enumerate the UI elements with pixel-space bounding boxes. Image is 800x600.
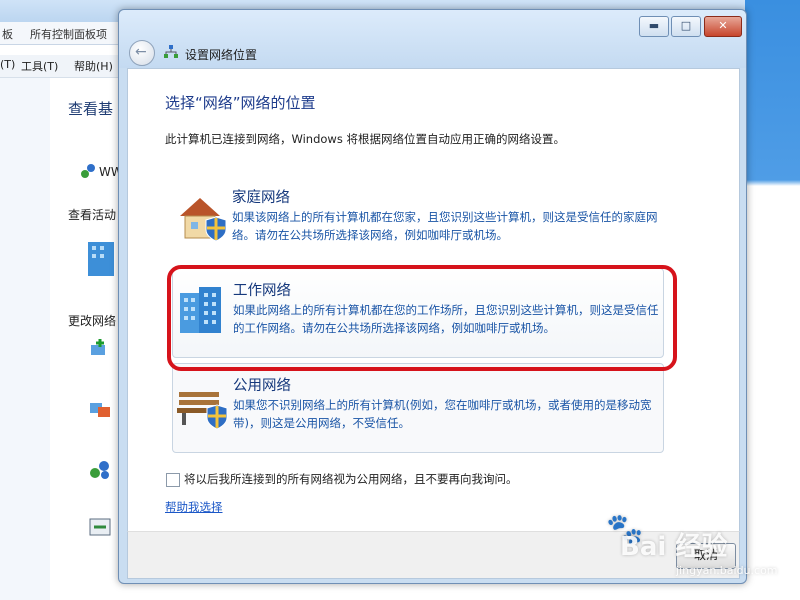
option-description: 如果您不识别网络上的所有计算机(例如，您在咖啡厅或机场，或者使用的是移动宽带)，… <box>233 398 652 430</box>
help-me-choose-link[interactable]: 帮助我选择 <box>165 499 223 515</box>
desktop-background <box>745 0 800 600</box>
watermark-text: Bai 经验 <box>620 532 728 562</box>
menu-item-tools[interactable]: 工具(T) <box>21 58 58 74</box>
background-page-heading: 查看基 <box>68 100 114 118</box>
checkbox-label[interactable]: 将以后我所连接到的所有网络视为公用网络，且不要再向我询问。 <box>184 471 518 487</box>
maximize-button[interactable]: □ <box>671 16 701 37</box>
dialog-title: 设置网络位置 <box>185 48 258 62</box>
background-active-networks-label: 查看活动 <box>68 208 117 222</box>
minimize-button[interactable]: ▬ <box>639 16 669 37</box>
intro-text: 此计算机已连接到网络，Windows 将根据网络位置自动应用正确的网络设置。 <box>165 132 565 146</box>
homegroup-icon[interactable] <box>88 458 112 482</box>
option-title: 家庭网络 <box>232 190 290 206</box>
background-change-settings-label: 更改网络 <box>68 314 117 328</box>
address-fragment[interactable]: 所有控制面板项 <box>30 26 107 42</box>
park-bench-shield-icon <box>177 392 228 430</box>
option-home-network[interactable]: 家庭网络 如果该网络上的所有计算机都在您家，且您识别这些计算机，则这是受信任的家… <box>172 176 662 264</box>
network-location-icon <box>164 45 178 58</box>
building-icon <box>88 242 114 276</box>
set-network-location-dialog: ▬ □ ✕ ← 设置网络位置 选择“网络”网络的位置 此计算机已连接到网络，Wi… <box>118 9 747 584</box>
page-heading: 选择“网络”网络的位置 <box>165 94 316 112</box>
back-arrow-icon: ← <box>135 44 147 60</box>
close-button[interactable]: ✕ <box>704 16 742 37</box>
option-public-network[interactable]: 公用网络 如果您不识别网络上的所有计算机(例如，您在咖啡厅或机场，或者使用的是移… <box>172 363 664 453</box>
new-connection-icon[interactable] <box>88 337 112 361</box>
background-left-pane <box>0 78 50 600</box>
watermark-url: jingyan.baidu.com <box>676 564 778 577</box>
background-address-bar[interactable]: 板 所有控制面板项 <box>0 22 120 45</box>
annotation-highlight <box>167 265 677 371</box>
back-button[interactable]: ← <box>129 40 155 66</box>
option-title: 公用网络 <box>233 378 291 394</box>
background-menu-bar: (T) 工具(T) 帮助(H) <box>0 55 120 78</box>
menu-item[interactable]: (T) <box>0 58 15 71</box>
dialog-content: 选择“网络”网络的位置 此计算机已连接到网络，Windows 将根据网络位置自动… <box>127 68 740 533</box>
troubleshoot-icon[interactable] <box>88 517 112 539</box>
menu-item-help[interactable]: 帮助(H) <box>74 58 113 74</box>
address-fragment: 板 <box>2 28 13 41</box>
connect-network-icon[interactable] <box>88 397 112 421</box>
house-shield-icon <box>180 198 227 242</box>
option-description: 如果该网络上的所有计算机都在您家，且您识别这些计算机，则这是受信任的家庭网络。请… <box>232 210 658 242</box>
network-icon <box>81 164 95 178</box>
treat-all-public-checkbox[interactable] <box>166 473 180 487</box>
baidu-watermark: 🐾 Bai 经验 jingyan.baidu.com <box>606 512 796 582</box>
